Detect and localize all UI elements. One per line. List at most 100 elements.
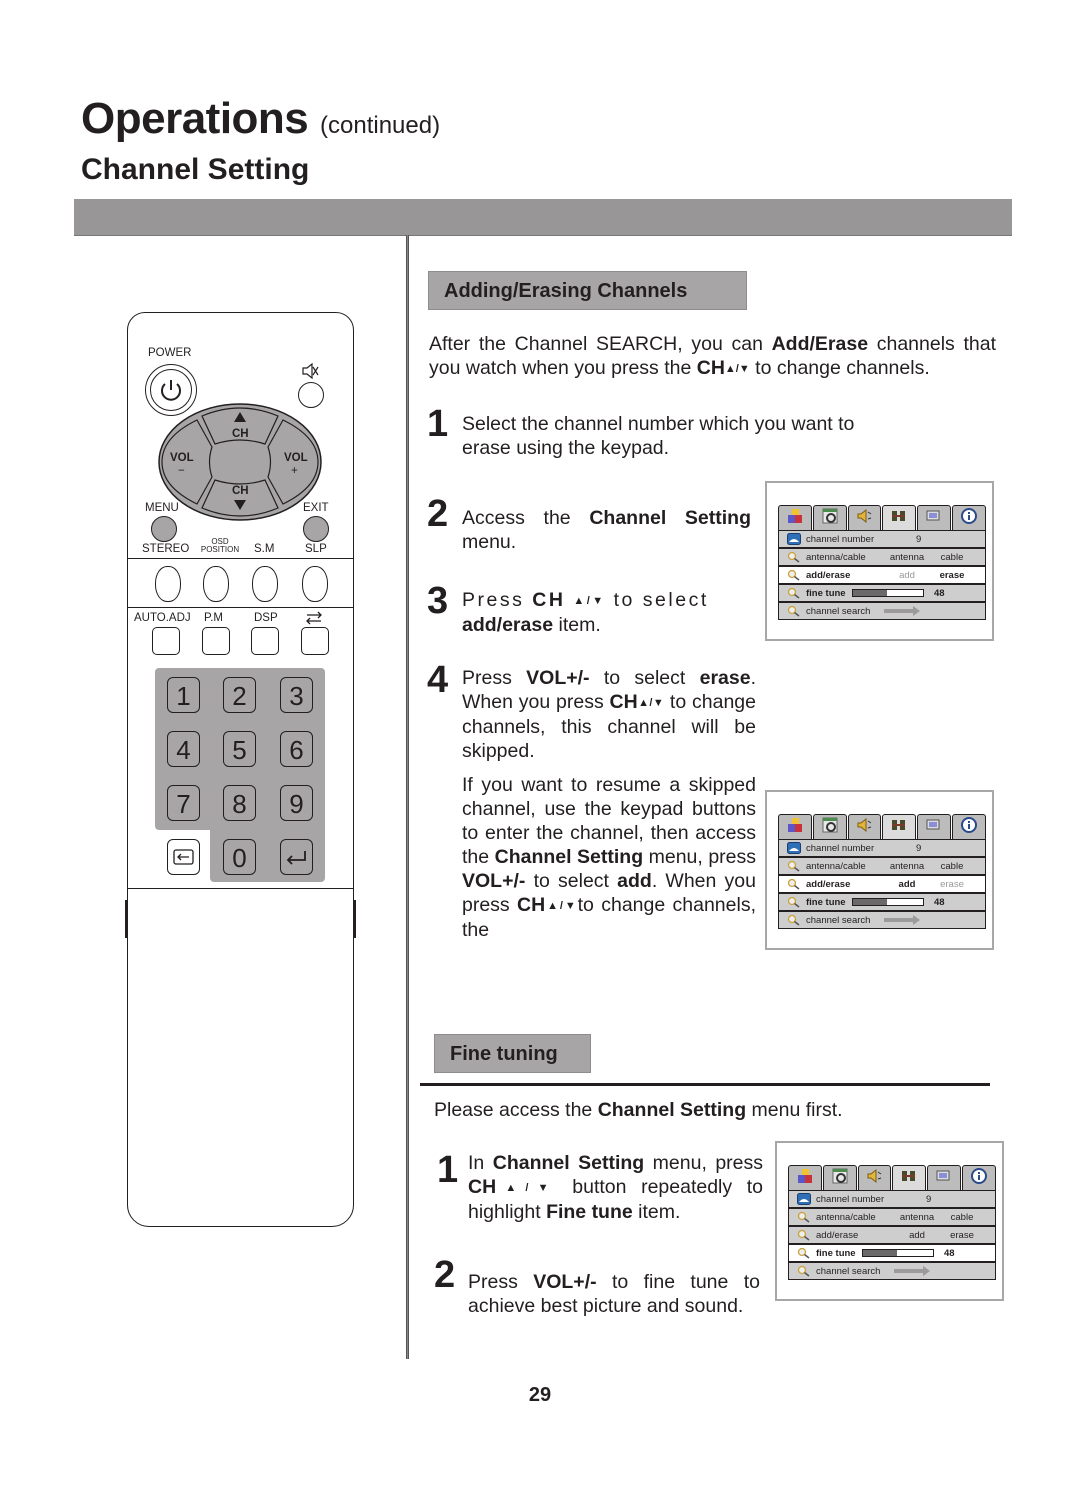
step-text-part: Press bbox=[462, 667, 527, 689]
pm-label: P.M bbox=[204, 612, 223, 624]
intro-bold: Add/Erase bbox=[771, 333, 869, 355]
enter-icon bbox=[286, 851, 306, 865]
osd-tab bbox=[847, 814, 882, 839]
adding-intro: After the Channel SEARCH, you can Add/Er… bbox=[429, 332, 996, 381]
intro-text: Please access the bbox=[434, 1099, 598, 1121]
osd-option-add: add bbox=[899, 569, 915, 581]
osd-row-label: fine tune bbox=[806, 896, 846, 908]
osd-row-add-erase: add/erase add erase bbox=[779, 876, 985, 892]
osd-option-erase: erase bbox=[950, 1229, 974, 1241]
osd-tabs bbox=[788, 1165, 996, 1190]
magnifier-icon bbox=[797, 1247, 811, 1259]
ch-key-ref: CH▲/▼ bbox=[697, 357, 750, 379]
osd-tab bbox=[917, 814, 952, 839]
step-text: Access the Channel Setting menu. bbox=[462, 506, 751, 554]
osd-option-erase: erase bbox=[940, 878, 964, 890]
sm-label: S.M bbox=[254, 543, 275, 555]
magnifier-icon bbox=[797, 1265, 811, 1277]
arrow-right-icon bbox=[894, 1266, 931, 1276]
osd-option: cable bbox=[950, 1211, 974, 1223]
step-bold: VOL+/- bbox=[526, 667, 590, 689]
osd-row-channel-search: channel search bbox=[779, 912, 985, 928]
ch-arrows-icon: ▲/▼ bbox=[573, 595, 606, 607]
tv-icon bbox=[787, 533, 801, 545]
key-5: 5 bbox=[223, 731, 256, 767]
osd-tab bbox=[882, 505, 917, 530]
slp-label: SLP bbox=[305, 543, 327, 555]
info-icon bbox=[960, 507, 978, 530]
osd-option: antenna bbox=[889, 551, 925, 563]
magnifier-icon bbox=[787, 551, 801, 563]
osd-tab bbox=[962, 1165, 996, 1190]
osd-rows: channel number 9 antenna/cable antenna cable… bbox=[788, 1190, 996, 1280]
osd-menu-screenshot: channel number 9 antenna/cable antenna cable… bbox=[765, 481, 994, 641]
menu-label: MENU bbox=[145, 502, 179, 514]
osd-option: cable bbox=[940, 860, 964, 872]
step-text: Select the channel number which you want… bbox=[462, 413, 855, 459]
osd-tab bbox=[917, 505, 952, 530]
step-text-part: to select bbox=[613, 589, 709, 611]
osd-tab bbox=[822, 1165, 857, 1190]
step-text: In Channel Setting menu, press CH▲/▼ but… bbox=[468, 1151, 763, 1224]
ch-text: CH bbox=[517, 894, 546, 916]
stereo-label: STEREO bbox=[142, 543, 190, 555]
osd-row-channel-number: channel number 9 bbox=[779, 840, 985, 856]
remote-divider bbox=[127, 607, 354, 608]
step-number: 2 bbox=[434, 1254, 456, 1296]
display-icon bbox=[925, 507, 943, 530]
fine-tune-bar-fill bbox=[853, 899, 887, 905]
osd-row-label: fine tune bbox=[816, 1247, 856, 1259]
magnifier-icon bbox=[797, 1211, 811, 1223]
osd-tab bbox=[892, 1165, 927, 1190]
intro-text: to change channels. bbox=[749, 357, 930, 379]
menu-button bbox=[151, 516, 177, 542]
info-icon bbox=[960, 816, 978, 839]
osd-menu: channel number 9 antenna/cable antenna cable… bbox=[778, 814, 986, 929]
osd-tabs bbox=[778, 814, 986, 839]
osd-row-label: antenna/cable bbox=[806, 551, 866, 563]
ch-arrows-icon: ▲/▼ bbox=[496, 1182, 558, 1194]
pm-button bbox=[202, 627, 230, 655]
osd-tab bbox=[778, 505, 812, 530]
osd-tab bbox=[882, 814, 917, 839]
osd-menu-screenshot: channel number 9 antenna/cable antenna cable… bbox=[775, 1141, 1004, 1301]
step-text-part: menu. bbox=[462, 531, 517, 553]
step-text-part: Access the bbox=[462, 507, 590, 529]
step-text: Press VOL+/- to fine tune to achieve bes… bbox=[468, 1270, 760, 1318]
osd-menu: channel number 9 antenna/cable antenna cable… bbox=[788, 1165, 996, 1280]
osd-row-label: add/erase bbox=[806, 569, 851, 581]
magnifier-icon bbox=[787, 914, 801, 926]
osd-row-label: add/erase bbox=[806, 878, 851, 890]
osd-row-fine-tune: fine tune 48 bbox=[789, 1245, 995, 1261]
key-6: 6 bbox=[280, 731, 313, 767]
osd-row-label: antenna/cable bbox=[806, 860, 866, 872]
key-3: 3 bbox=[280, 677, 313, 713]
step-number: 4 bbox=[427, 659, 449, 701]
column-divider bbox=[406, 235, 409, 1359]
arrow-right-icon bbox=[884, 915, 921, 925]
osd-tab bbox=[927, 1165, 962, 1190]
osd-row-channel-search: channel search bbox=[789, 1263, 995, 1279]
osd-row-label: channel search bbox=[806, 605, 871, 617]
resume-bold: Channel Setting bbox=[494, 846, 644, 868]
osd-row-label: channel number bbox=[806, 842, 875, 854]
osd-row-antenna-cable: antenna/cable antenna cable bbox=[779, 549, 985, 565]
setup-icon bbox=[821, 816, 839, 839]
resume-paragraph: If you want to resume a skipped channel,… bbox=[462, 773, 756, 942]
swap-button bbox=[301, 627, 329, 655]
osd-row-label: channel search bbox=[816, 1265, 881, 1277]
magnifier-icon bbox=[797, 1229, 811, 1241]
osd-menu-screenshot: channel number 9 antenna/cable antenna cable… bbox=[765, 790, 994, 950]
osd-row-channel-number: channel number 9 bbox=[789, 1191, 995, 1207]
osd-rows: channel number 9 antenna/cable antenna cable… bbox=[778, 839, 986, 929]
osd-tab bbox=[952, 814, 986, 839]
step-number: 1 bbox=[427, 403, 449, 445]
vol-minus-label: VOL bbox=[170, 452, 194, 464]
display-icon bbox=[935, 1167, 953, 1190]
osd-tabs bbox=[778, 505, 986, 530]
osd-row-channel-search: channel search bbox=[779, 603, 985, 619]
magnifier-icon bbox=[787, 569, 801, 581]
magnifier-icon bbox=[787, 896, 801, 908]
step-text-part: item. bbox=[553, 614, 601, 636]
step-number: 3 bbox=[427, 580, 449, 622]
